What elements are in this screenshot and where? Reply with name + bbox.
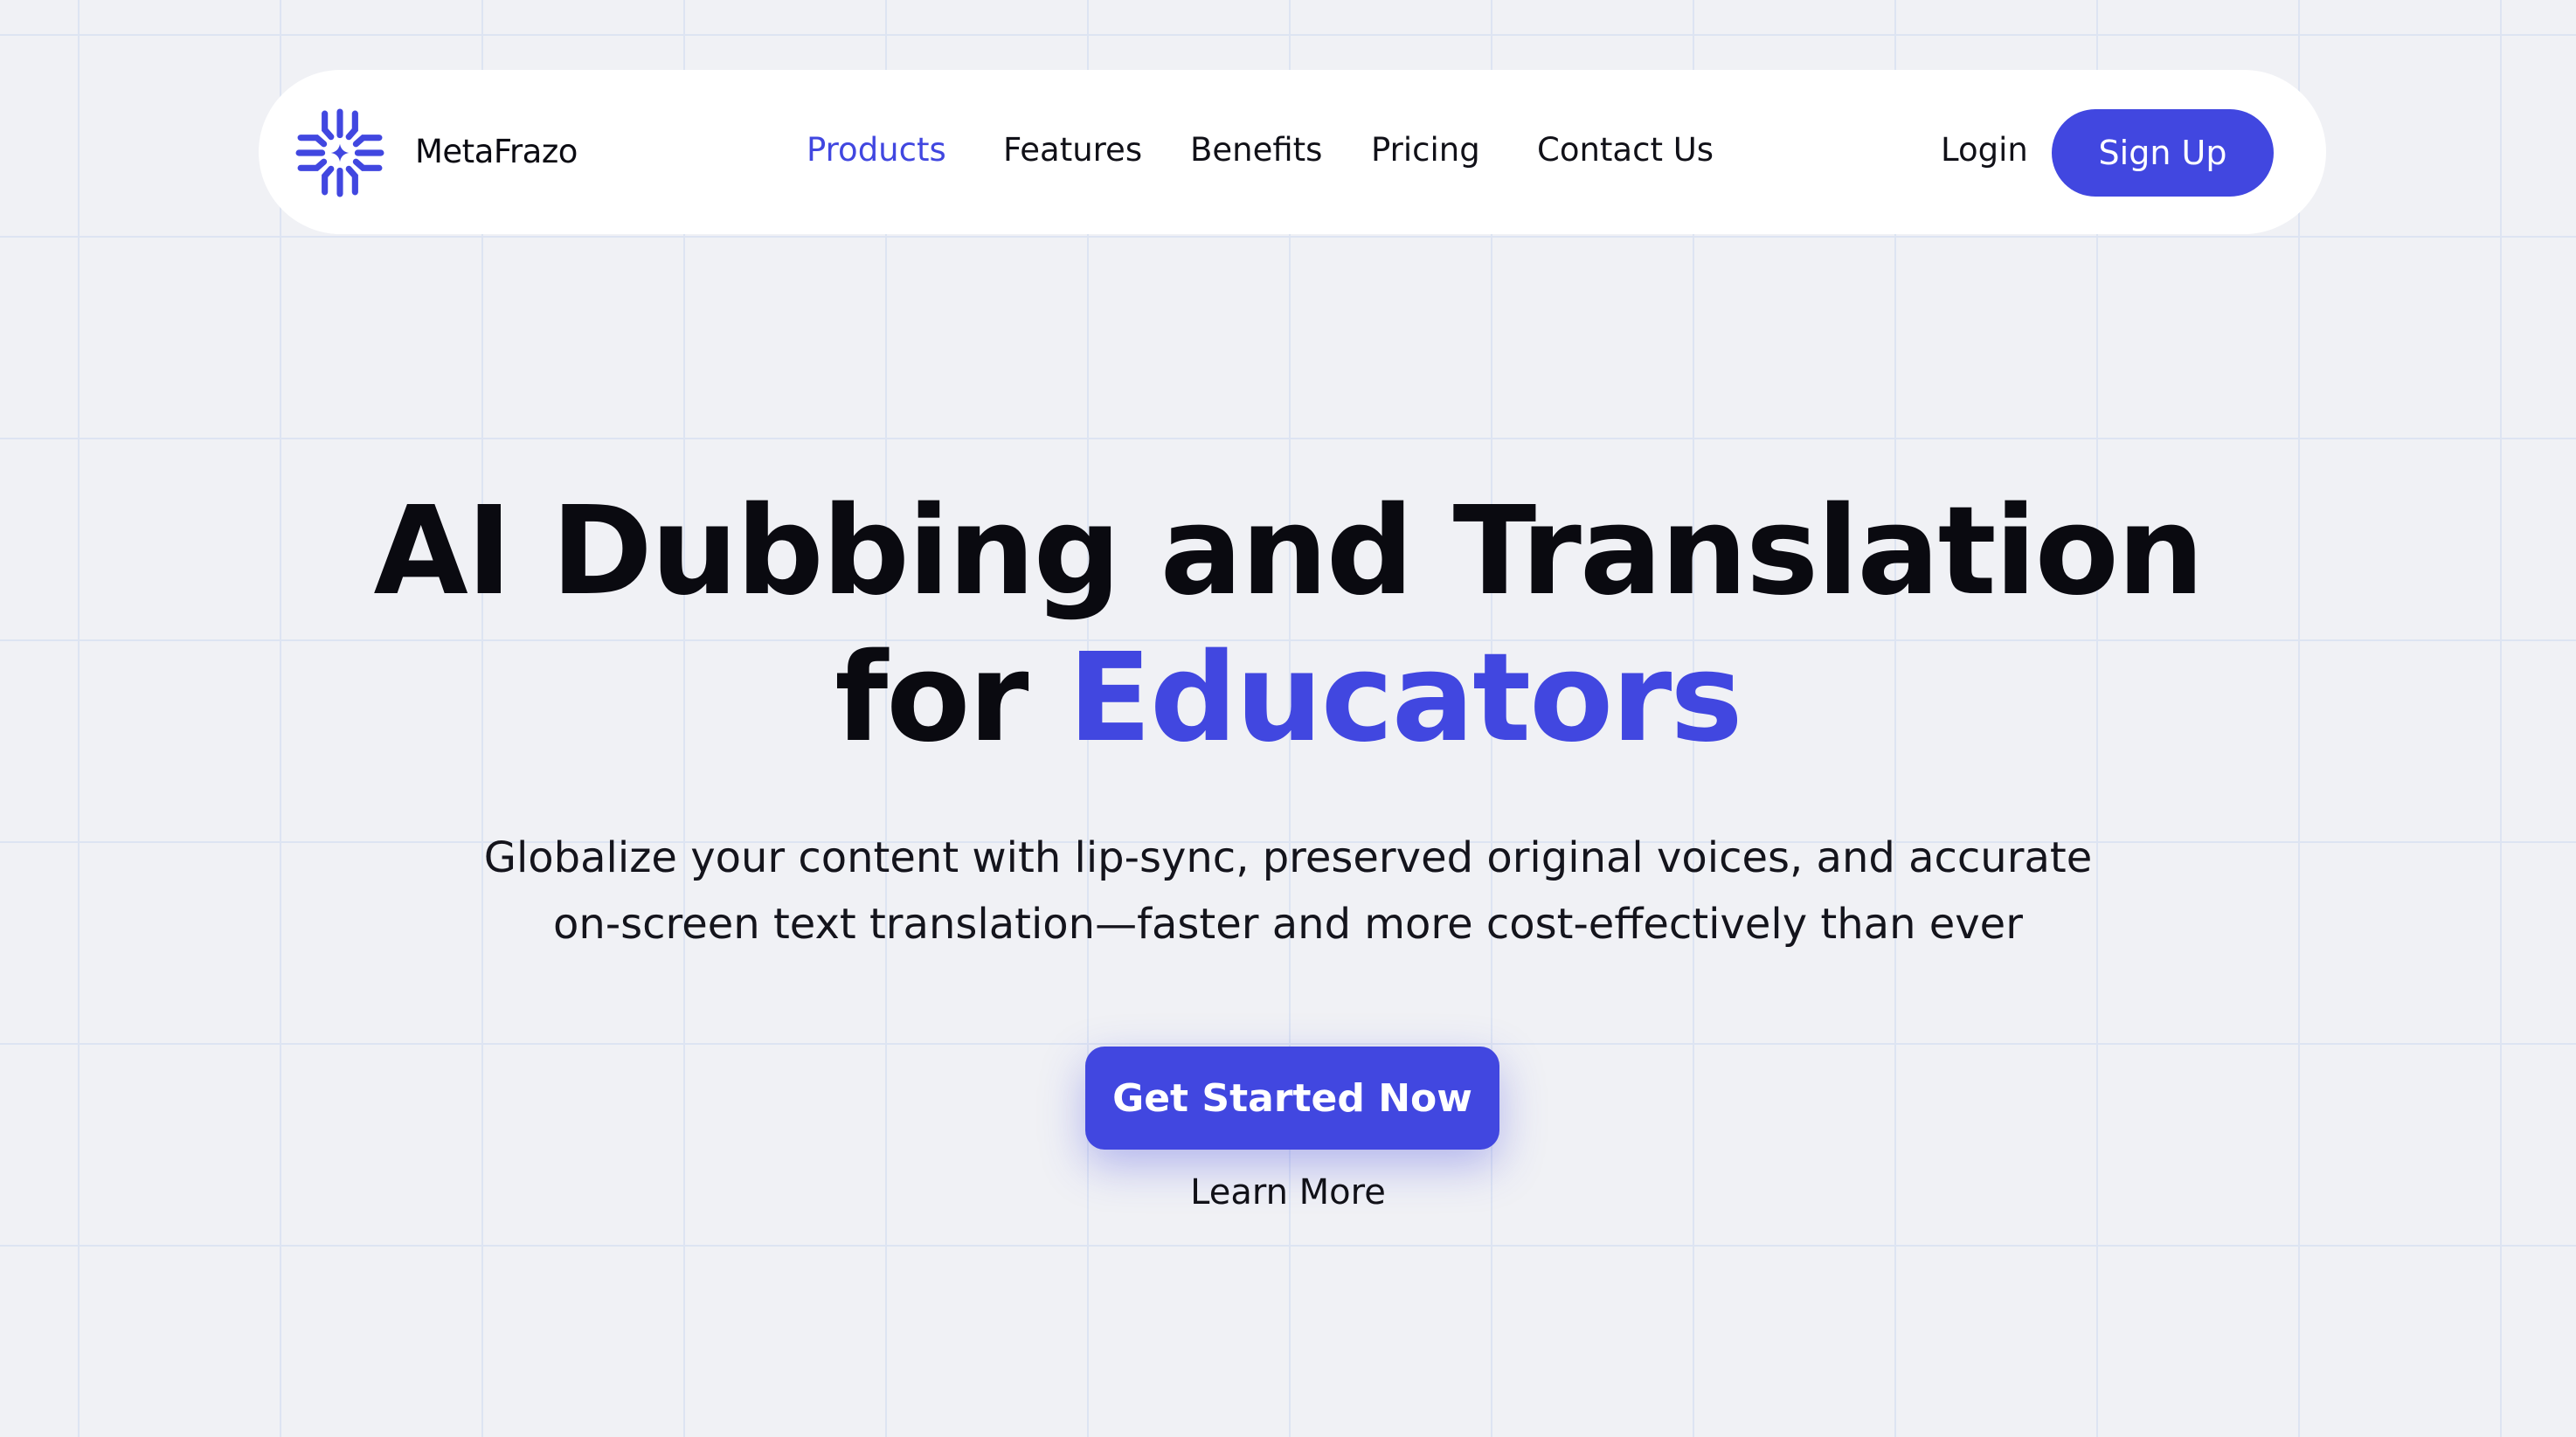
login-link[interactable]: Login xyxy=(1941,131,2028,169)
learn-more-link[interactable]: Learn More xyxy=(1190,1172,1386,1212)
hero-subtitle-line-1: Globalize your content with lip-sync, pr… xyxy=(483,833,2093,882)
nav-link-benefits[interactable]: Benefits xyxy=(1190,131,1322,169)
sign-up-button[interactable]: Sign Up xyxy=(2052,109,2274,197)
hero-title-line-2: for Educators xyxy=(0,625,2576,772)
hero-title-prefix: for xyxy=(834,627,1069,770)
hero-title-accent: Educators xyxy=(1068,627,1742,770)
nav-link-pricing[interactable]: Pricing xyxy=(1371,131,1480,169)
get-started-button[interactable]: Get Started Now xyxy=(1085,1047,1499,1150)
hero-subtitle-line-2: on-screen text translation—faster and mo… xyxy=(553,900,2023,949)
learn-more-container: Learn More xyxy=(0,1172,2576,1212)
hero-subtitle: Globalize your content with lip-sync, pr… xyxy=(0,825,2576,957)
hero-title: AI Dubbing and Translation for Educators xyxy=(0,479,2576,772)
hero-title-line-1: AI Dubbing and Translation xyxy=(373,480,2204,623)
brand-name[interactable]: MetaFrazo xyxy=(415,133,578,170)
nav-link-products[interactable]: Products xyxy=(807,131,946,169)
nav-link-features[interactable]: Features xyxy=(1003,131,1142,169)
nav-link-contact-us[interactable]: Contact Us xyxy=(1537,131,1714,169)
brand-logo-icon xyxy=(295,108,384,197)
